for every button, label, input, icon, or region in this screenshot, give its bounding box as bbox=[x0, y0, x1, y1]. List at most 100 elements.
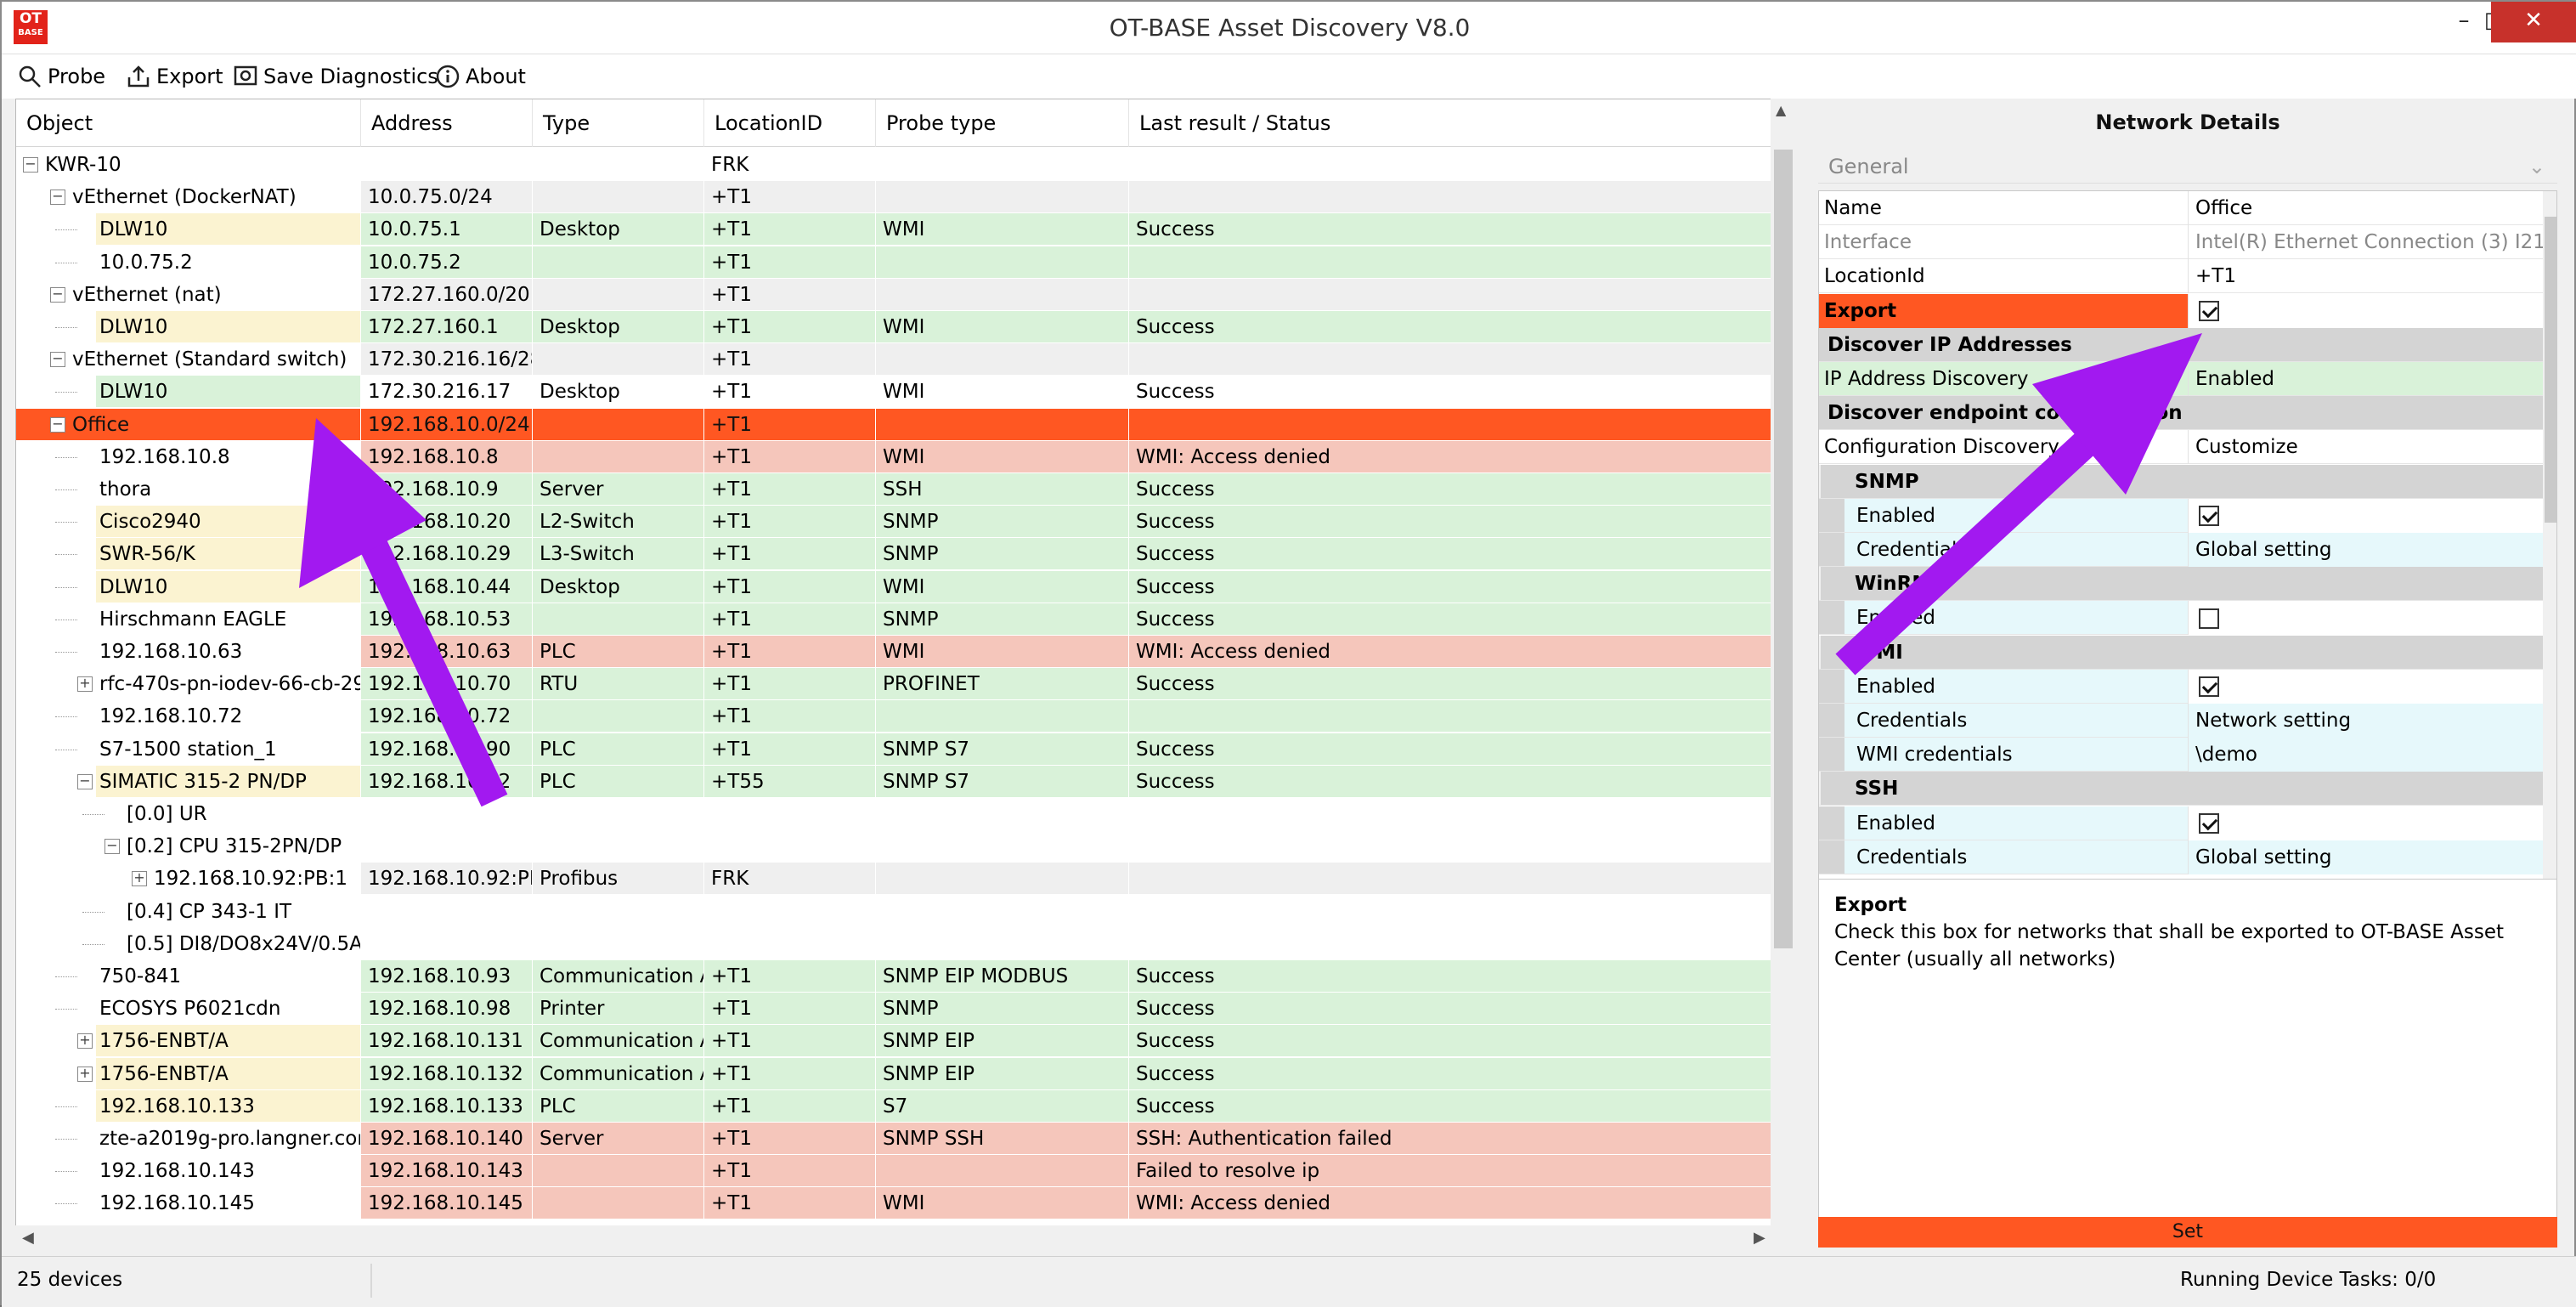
table-row[interactable]: [0.5] DI8/DO8x24V/0.5A bbox=[16, 927, 1782, 960]
column-header-object[interactable]: Object bbox=[16, 99, 361, 147]
table-row[interactable]: 10.0.75.2 10.0.75.2 +T1 bbox=[16, 246, 1782, 279]
property-row[interactable]: Interface Intel(R) Ethernet Connection (3… bbox=[1819, 225, 2543, 260]
checkbox-icon[interactable] bbox=[2199, 301, 2219, 322]
property-row[interactable]: WMI credentials \demo bbox=[1819, 738, 2543, 772]
expand-icon[interactable]: + bbox=[77, 1066, 93, 1082]
property-value[interactable]: Intel(R) Ethernet Connection (3) I218- bbox=[2188, 225, 2543, 260]
collapse-icon[interactable]: − bbox=[50, 286, 65, 303]
table-row[interactable]: 192.168.10.72 192.168.10.72 +T1 bbox=[16, 700, 1782, 733]
save-diagnostics-button[interactable]: Save Diagnostics bbox=[233, 61, 438, 92]
table-row[interactable]: vEthernet (Standard switch) 172.30.216.16… bbox=[16, 343, 1782, 376]
column-header-status[interactable]: Last result / Status bbox=[1129, 99, 1782, 147]
table-row[interactable]: DLW10 192.168.10.44 Desktop +T1 WMI Success bbox=[16, 570, 1782, 603]
collapse-icon[interactable]: − bbox=[50, 416, 65, 433]
device-tree-grid[interactable]: Object Address Type LocationID Probe typ… bbox=[15, 99, 1782, 1253]
expand-icon[interactable]: + bbox=[77, 676, 93, 693]
property-row[interactable]: Enabled bbox=[1819, 498, 2543, 533]
property-row[interactable]: Credentials Global setting bbox=[1819, 840, 2543, 874]
table-row[interactable]: DLW10 172.30.216.17 Desktop +T1 WMI Success bbox=[16, 376, 1782, 409]
table-row[interactable]: Hirschmann EAGLE 192.168.10.53 +T1 SNMP Succ… bbox=[16, 603, 1782, 636]
expand-icon[interactable]: + bbox=[77, 1033, 93, 1050]
property-checkbox[interactable] bbox=[2188, 601, 2543, 636]
property-row[interactable]: LocationId +T1 bbox=[1819, 259, 2543, 294]
property-scroll-thumb[interactable] bbox=[2545, 217, 2556, 523]
property-value[interactable]: Office bbox=[2188, 191, 2543, 225]
property-checkbox[interactable] bbox=[2188, 498, 2543, 533]
property-checkbox[interactable] bbox=[2188, 806, 2543, 840]
scroll-thumb[interactable] bbox=[1774, 150, 1793, 948]
collapse-icon[interactable]: − bbox=[50, 190, 65, 206]
property-value[interactable]: \demo bbox=[2188, 738, 2543, 772]
property-grid[interactable]: Name Office Interface Intel(R) Ethernet Con… bbox=[1818, 190, 2557, 955]
property-subcategory[interactable]: SSH bbox=[1819, 772, 2543, 806]
property-row[interactable]: Credentials Network setting bbox=[1819, 704, 2543, 738]
table-row[interactable]: DLW10 10.0.75.1 Desktop +T1 WMI Success bbox=[16, 213, 1782, 246]
scroll-right-icon[interactable]: ▶ bbox=[1754, 1229, 1765, 1247]
table-row[interactable]: S7-1500 station_1 192.168.10.90 PLC +T1 SNMP… bbox=[16, 733, 1782, 766]
table-row[interactable]: 1756-ENBT/A 192.168.10.132 Communication A… bbox=[16, 1057, 1782, 1090]
export-button[interactable]: Export bbox=[126, 61, 223, 92]
about-button[interactable]: About bbox=[435, 61, 526, 92]
property-value[interactable]: Network setting bbox=[2188, 704, 2543, 738]
scroll-up-icon[interactable]: ▲ bbox=[1776, 102, 1786, 118]
grid-vertical-scrollbar[interactable]: ▲ bbox=[1771, 99, 1796, 1225]
property-value[interactable]: +T1 bbox=[2188, 259, 2543, 294]
property-row[interactable]: Export bbox=[1819, 293, 2543, 328]
table-row[interactable]: rfc-470s-pn-iodev-66-cb-29 192.168.10.70 R… bbox=[16, 668, 1782, 701]
grid-horizontal-scrollbar[interactable]: ◀ ▶ bbox=[15, 1225, 1782, 1253]
table-row[interactable]: 750-841 192.168.10.93 Communication A +T1 SN… bbox=[16, 960, 1782, 993]
checkbox-icon[interactable] bbox=[2199, 506, 2219, 527]
table-row[interactable]: vEthernet (DockerNAT) 10.0.75.0/24 +T1 − bbox=[16, 181, 1782, 214]
scroll-left-icon[interactable]: ◀ bbox=[22, 1229, 34, 1247]
property-value[interactable]: Customize bbox=[2188, 430, 2543, 465]
property-row[interactable]: Enabled bbox=[1819, 806, 2543, 840]
table-row[interactable]: DLW10 172.27.160.1 Desktop +T1 WMI Success bbox=[16, 311, 1782, 343]
property-checkbox[interactable] bbox=[2188, 293, 2543, 328]
table-row[interactable]: zte-a2019g-pro.langner.com 192.168.10.140… bbox=[16, 1123, 1782, 1155]
table-row[interactable]: SWR-56/K 192.168.10.29 L3-Switch +T1 SNMP Suc… bbox=[16, 538, 1782, 571]
table-row[interactable]: 192.168.10.145 192.168.10.145 +T1 WMI WMI: A… bbox=[16, 1187, 1782, 1220]
table-row[interactable]: thora 192.168.10.9 Server +T1 SSH Success bbox=[16, 473, 1782, 506]
column-header-probe-type[interactable]: Probe type bbox=[876, 99, 1129, 147]
property-category[interactable]: Discover IP Addresses bbox=[1819, 327, 2543, 362]
table-row[interactable]: vEthernet (nat) 172.27.160.0/20 +T1 − bbox=[16, 278, 1782, 311]
probe-button[interactable]: Probe bbox=[17, 61, 105, 92]
property-category[interactable]: Discover endpoint configuration bbox=[1819, 396, 2543, 431]
table-row[interactable]: 192.168.10.8 192.168.10.8 +T1 WMI WMI: Acces… bbox=[16, 440, 1782, 473]
collapse-icon[interactable]: − bbox=[23, 157, 38, 173]
collapse-icon[interactable]: − bbox=[77, 773, 93, 789]
collapse-icon[interactable]: − bbox=[50, 352, 65, 368]
table-row[interactable]: Office 192.168.10.0/24 +T1 − bbox=[16, 408, 1782, 441]
column-header-type[interactable]: Type bbox=[533, 99, 704, 147]
property-row[interactable]: Configuration Discovery Customize bbox=[1819, 430, 2543, 465]
collapse-icon[interactable]: − bbox=[105, 839, 120, 855]
table-row[interactable]: 192.168.10.63 192.168.10.63 PLC +T1 WMI WMI: … bbox=[16, 636, 1782, 668]
expand-icon[interactable]: + bbox=[132, 871, 147, 887]
property-subcategory[interactable]: SNMP bbox=[1819, 464, 2543, 499]
set-button[interactable]: Set bbox=[1818, 1217, 2557, 1248]
table-row[interactable]: Cisco2940 192.168.10.20 L2-Switch +T1 SNMP Su… bbox=[16, 506, 1782, 539]
table-row[interactable]: [0.2] CPU 315-2PN/DP − bbox=[16, 830, 1782, 863]
property-checkbox[interactable] bbox=[2188, 669, 2543, 704]
table-row[interactable]: 192.168.10.92:PB:1192.168.10.92:PB:1Prof… bbox=[16, 863, 1782, 896]
checkbox-icon[interactable] bbox=[2199, 813, 2219, 835]
property-row[interactable]: Credentials Global setting bbox=[1819, 533, 2543, 567]
table-row[interactable]: 1756-ENBT/A 192.168.10.131 Communication A… bbox=[16, 1025, 1782, 1058]
property-row[interactable]: Name Office bbox=[1819, 191, 2543, 225]
table-row[interactable]: ECOSYS P6021cdn 192.168.10.98 Printer +T1 SN… bbox=[16, 993, 1782, 1026]
property-subcategory[interactable]: WMI bbox=[1819, 635, 2543, 670]
table-row[interactable]: 192.168.10.133 192.168.10.133 PLC +T1 S7 Succ… bbox=[16, 1089, 1782, 1123]
property-row[interactable]: Enabled bbox=[1819, 669, 2543, 704]
section-general[interactable]: General ⌄ bbox=[1818, 150, 2557, 184]
checkbox-icon[interactable] bbox=[2199, 608, 2219, 629]
property-scrollbar[interactable] bbox=[2543, 191, 2556, 954]
table-row[interactable]: [0.0] UR bbox=[16, 798, 1782, 830]
column-header-address[interactable]: Address bbox=[361, 99, 533, 147]
property-value[interactable]: Enabled bbox=[2188, 362, 2543, 396]
close-button[interactable]: ✕ bbox=[2491, 2, 2576, 42]
table-row[interactable]: KWR-10 FRK − bbox=[16, 149, 1782, 181]
column-header-location[interactable]: LocationID bbox=[704, 99, 876, 147]
property-row[interactable]: Enabled bbox=[1819, 601, 2543, 636]
table-row[interactable]: SIMATIC 315-2 PN/DP 192.168.10.92 PLC +T55 S… bbox=[16, 765, 1782, 798]
property-value[interactable]: Global setting bbox=[2188, 533, 2543, 567]
